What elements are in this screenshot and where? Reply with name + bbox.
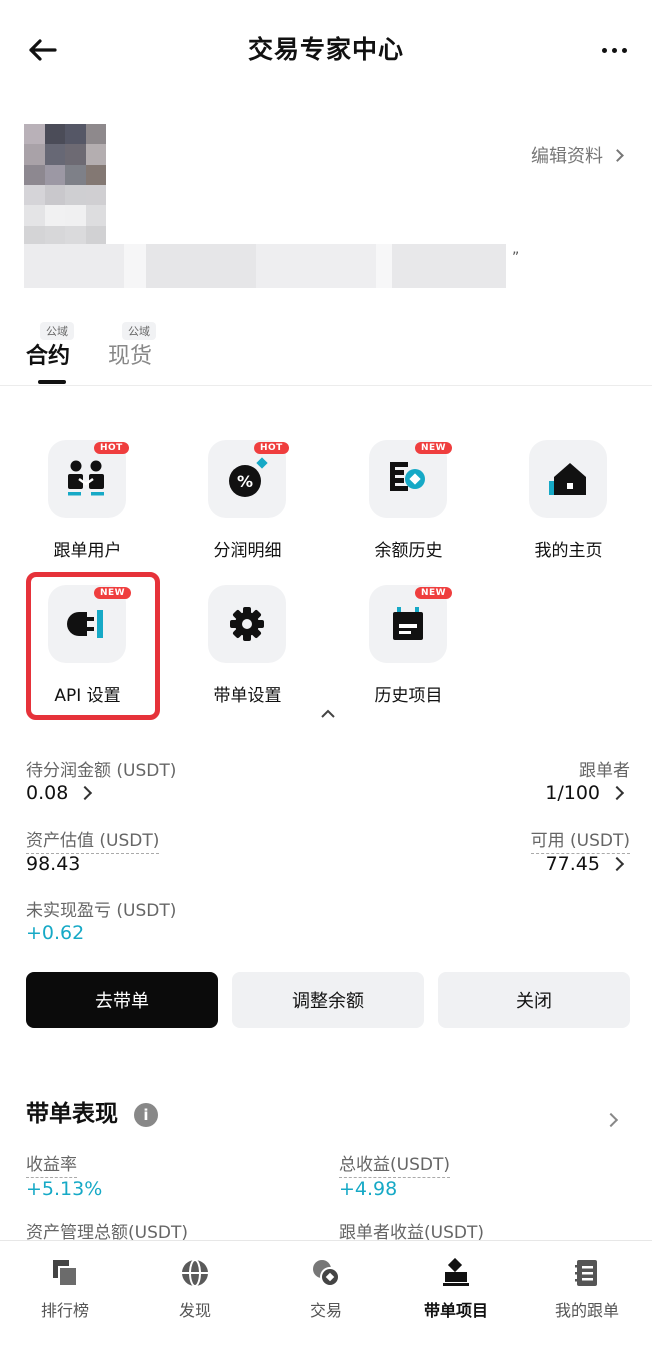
followers-tile[interactable]: HOT 跟单用户 — [0, 440, 160, 570]
assets-label[interactable]: 资产估值 (USDT) — [26, 826, 160, 854]
nav-discover[interactable]: 发现 — [130, 1257, 260, 1321]
available-value-link[interactable]: 77.45 — [545, 853, 625, 875]
nav-label: 交易 — [309, 1301, 342, 1320]
bottom-nav: 排行榜 发现 交易 带单项目 我的跟单 — [0, 1240, 652, 1346]
profit-share-tile[interactable]: % HOT 分润明细 — [160, 440, 320, 570]
active-tab-underline — [38, 380, 66, 384]
nav-my-copy-trades[interactable]: 我的跟单 — [522, 1257, 652, 1321]
unrealized-pnl-value: +0.62 — [26, 922, 85, 944]
tile-label: 带单设置 — [213, 686, 282, 706]
notebook-icon — [571, 1257, 603, 1289]
nav-label: 排行榜 — [40, 1301, 89, 1320]
performance-title: 带单表现 — [26, 1101, 118, 1127]
total-profit-label[interactable]: 总收益(USDT) — [339, 1150, 450, 1178]
edit-profile-label: 编辑资料 — [531, 146, 603, 167]
chevron-right-icon[interactable] — [603, 1110, 619, 1129]
svg-text:%: % — [237, 472, 253, 491]
adjust-balance-button[interactable]: 调整余额 — [232, 972, 424, 1028]
available-value: 77.45 — [545, 853, 600, 875]
total-profit-value: +4.98 — [339, 1178, 398, 1200]
top-bar: 交易专家中心 — [0, 0, 652, 100]
tile-label: 分润明细 — [213, 541, 282, 561]
tile-label: 余额历史 — [374, 541, 443, 561]
bio-blurred — [24, 244, 506, 288]
trade-icon — [310, 1257, 342, 1289]
nav-trade[interactable]: 交易 — [261, 1257, 391, 1321]
followers-value-link[interactable]: 1/100 — [545, 782, 625, 804]
nav-label: 发现 — [178, 1301, 211, 1320]
followers-value: 1/100 — [545, 782, 600, 804]
market-tabs: 公域 合约 公域 现货 — [0, 318, 652, 386]
new-badge: NEW — [415, 587, 453, 599]
leaderboard-icon — [49, 1257, 81, 1289]
new-badge: NEW — [415, 442, 453, 454]
nav-label: 带单项目 — [423, 1301, 488, 1320]
chevron-right-icon — [609, 785, 625, 801]
chevron-right-icon — [611, 148, 624, 162]
unrealized-pnl-label: 未实现盈亏 (USDT) — [26, 901, 177, 921]
return-rate-label[interactable]: 收益率 — [26, 1150, 77, 1178]
gear-icon — [208, 585, 286, 663]
lead-trade-button[interactable]: 去带单 — [26, 972, 218, 1028]
followers-label: 跟单者 — [579, 761, 630, 781]
chevron-up-icon[interactable] — [318, 704, 338, 724]
tab-spot[interactable]: 现货 — [108, 338, 152, 370]
home-icon — [529, 440, 607, 518]
highlight-box — [26, 572, 160, 720]
bio-quote-mark: ” — [512, 250, 520, 266]
edit-profile-link[interactable]: 编辑资料 — [531, 142, 624, 168]
hot-badge: HOT — [254, 442, 289, 454]
available-label[interactable]: 可用 (USDT) — [530, 826, 630, 854]
chevron-right-icon — [78, 785, 93, 801]
tile-label: 历史项目 — [374, 686, 443, 706]
chevron-right-icon — [609, 856, 625, 872]
page-title: 交易专家中心 — [247, 35, 404, 64]
pending-share-value-link[interactable]: 0.08 — [26, 782, 93, 804]
assets-value: 98.43 — [26, 853, 80, 875]
tile-label: 跟单用户 — [53, 541, 122, 561]
close-button[interactable]: 关闭 — [438, 972, 630, 1028]
more-options-icon[interactable] — [596, 36, 632, 64]
tab-contract[interactable]: 合约 — [26, 338, 70, 370]
nav-label: 我的跟单 — [554, 1301, 619, 1320]
profile-section: ” 编辑资料 — [0, 100, 652, 300]
info-icon[interactable]: i — [134, 1103, 158, 1127]
lead-settings-tile[interactable]: 带单设置 — [160, 585, 320, 715]
nav-lead-projects[interactable]: 带单项目 — [391, 1257, 521, 1321]
lead-project-icon — [440, 1257, 472, 1289]
balance-history-tile[interactable]: NEW 余额历史 — [321, 440, 481, 570]
hot-badge: HOT — [94, 442, 129, 454]
globe-icon — [179, 1257, 211, 1289]
tile-label: 我的主页 — [534, 541, 603, 561]
pending-share-value: 0.08 — [26, 782, 69, 804]
my-homepage-tile[interactable]: 我的主页 — [481, 440, 641, 570]
avatar[interactable] — [24, 124, 106, 246]
return-rate-value: +5.13% — [26, 1178, 103, 1200]
assets-value-text: 98.43 — [26, 853, 81, 875]
nav-leaderboard[interactable]: 排行榜 — [0, 1257, 130, 1321]
pending-share-label: 待分润金额 (USDT) — [26, 761, 177, 781]
history-projects-tile[interactable]: NEW 历史项目 — [321, 585, 481, 715]
